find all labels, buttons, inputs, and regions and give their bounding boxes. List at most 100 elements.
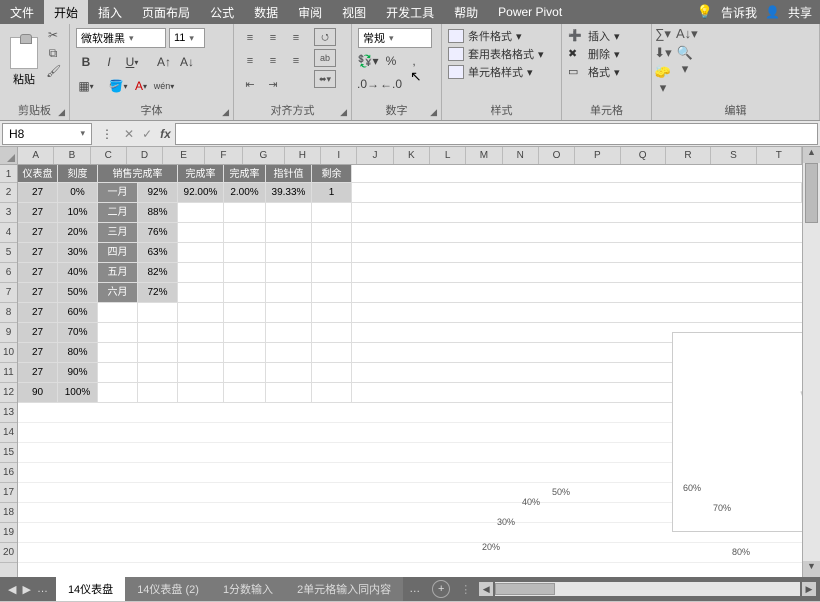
font-grow-button[interactable]: A↑ <box>154 52 174 72</box>
cell[interactable]: 72% <box>138 283 178 303</box>
sort-filter-button[interactable]: A↓▾ <box>676 26 694 42</box>
cell[interactable]: 88% <box>138 203 178 223</box>
select-all-corner[interactable] <box>0 147 17 165</box>
cell[interactable] <box>266 243 312 263</box>
cell[interactable] <box>312 223 352 243</box>
tab-dev[interactable]: 开发工具 <box>376 0 444 24</box>
cond-format-button[interactable]: 条件格式 ▾ <box>448 28 544 44</box>
name-box[interactable]: H8▾ <box>2 123 92 145</box>
cell[interactable]: 27 <box>18 283 58 303</box>
tab-view[interactable]: 视图 <box>332 0 376 24</box>
row-header[interactable]: 19 <box>0 523 17 543</box>
row-header[interactable]: 6 <box>0 263 17 283</box>
row-header[interactable]: 15 <box>0 443 17 463</box>
new-sheet-button[interactable]: + <box>432 580 450 598</box>
sheet-tab[interactable]: 14仪表盘 <box>56 577 125 601</box>
tab-file[interactable]: 文件 <box>0 0 44 24</box>
cell[interactable] <box>224 203 266 223</box>
cell[interactable]: 二月 <box>98 203 138 223</box>
col-header[interactable]: R <box>666 147 711 164</box>
sheet-more[interactable]: … <box>403 583 426 595</box>
cell[interactable] <box>266 203 312 223</box>
sheet-tab[interactable]: 2单元格输入同内容 <box>285 577 403 601</box>
row-header[interactable]: 18 <box>0 503 17 523</box>
cell[interactable]: 27 <box>18 363 58 383</box>
orientation-button[interactable]: ⭯ <box>314 28 336 46</box>
cell[interactable] <box>266 383 312 403</box>
col-header[interactable]: E <box>163 147 205 164</box>
cell[interactable] <box>138 383 178 403</box>
cell[interactable] <box>138 343 178 363</box>
cell[interactable] <box>178 203 224 223</box>
col-header[interactable]: C <box>91 147 127 164</box>
cell[interactable] <box>312 243 352 263</box>
cell[interactable] <box>266 263 312 283</box>
col-header[interactable]: G <box>243 147 285 164</box>
cells-format-button[interactable]: ▭格式 ▾ <box>568 64 620 80</box>
cell[interactable] <box>266 343 312 363</box>
cell[interactable] <box>312 323 352 343</box>
cell[interactable] <box>224 363 266 383</box>
cell[interactable] <box>312 383 352 403</box>
cell[interactable] <box>178 243 224 263</box>
cell[interactable] <box>224 383 266 403</box>
percent-button[interactable]: % <box>381 51 401 71</box>
bold-button[interactable]: B <box>76 52 96 72</box>
cell[interactable] <box>266 223 312 243</box>
col-header[interactable]: P <box>575 147 620 164</box>
cell[interactable] <box>178 363 224 383</box>
cell[interactable] <box>312 303 352 323</box>
cell[interactable] <box>266 363 312 383</box>
wrap-text-button[interactable]: ab <box>314 49 336 67</box>
cell[interactable]: 三月 <box>98 223 138 243</box>
col-header[interactable]: B <box>54 147 90 164</box>
col-header[interactable]: I <box>321 147 357 164</box>
cell[interactable]: 1 <box>312 183 352 203</box>
cell[interactable]: 一月 <box>98 183 138 203</box>
copy-icon[interactable]: ⧉ <box>46 46 60 60</box>
spreadsheet-grid[interactable]: 1 2 3 4 5 6 7 8 9 10 11 12 13 14 15 16 1… <box>0 147 820 577</box>
tab-data[interactable]: 数据 <box>244 0 288 24</box>
cell[interactable]: 70% <box>58 323 98 343</box>
font-size-combo[interactable]: 11▾ <box>169 28 205 48</box>
col-header[interactable]: O <box>539 147 575 164</box>
cells-delete-button[interactable]: ✖删除 ▾ <box>568 46 620 62</box>
cell[interactable]: 27 <box>18 323 58 343</box>
cell[interactable] <box>312 363 352 383</box>
cell[interactable]: 80% <box>58 343 98 363</box>
tab-help[interactable]: 帮助 <box>444 0 488 24</box>
cell[interactable] <box>178 283 224 303</box>
comma-button[interactable]: , <box>404 51 424 71</box>
cell[interactable] <box>312 263 352 283</box>
cell[interactable] <box>98 343 138 363</box>
tab-home[interactable]: 开始 <box>44 0 88 24</box>
cell[interactable]: 50% <box>58 283 98 303</box>
col-header[interactable]: F <box>205 147 243 164</box>
cells-insert-button[interactable]: ➕插入 ▾ <box>568 28 620 44</box>
number-format-combo[interactable]: 常规▾ <box>358 28 432 48</box>
cell[interactable] <box>98 303 138 323</box>
cell[interactable] <box>224 343 266 363</box>
row-header[interactable]: 2 <box>0 183 17 203</box>
cell[interactable] <box>224 243 266 263</box>
cell[interactable]: 90 <box>18 383 58 403</box>
scroll-thumb[interactable] <box>495 583 555 595</box>
cell-style-button[interactable]: 单元格样式 ▾ <box>448 64 544 80</box>
cell[interactable] <box>266 323 312 343</box>
col-header[interactable]: L <box>430 147 466 164</box>
font-name-combo[interactable]: 微软雅黑▾ <box>76 28 166 48</box>
vertical-scrollbar[interactable]: ▲ ▼ <box>802 147 820 577</box>
cell[interactable]: 五月 <box>98 263 138 283</box>
clear-button[interactable]: 🧽▾ <box>654 64 672 80</box>
align-left-button[interactable]: ≡ <box>240 51 260 71</box>
cell[interactable] <box>138 303 178 323</box>
cell[interactable]: 60% <box>58 303 98 323</box>
row-header[interactable]: 16 <box>0 463 17 483</box>
paste-button[interactable]: 粘贴 <box>13 71 35 87</box>
cell[interactable] <box>98 363 138 383</box>
cell[interactable]: 27 <box>18 303 58 323</box>
sheet-nav-more[interactable]: … <box>37 583 48 596</box>
align-middle-button[interactable]: ≡ <box>263 28 283 48</box>
share-button[interactable]: 共享 <box>788 4 812 21</box>
phonetic-button[interactable]: wén▾ <box>154 76 174 96</box>
